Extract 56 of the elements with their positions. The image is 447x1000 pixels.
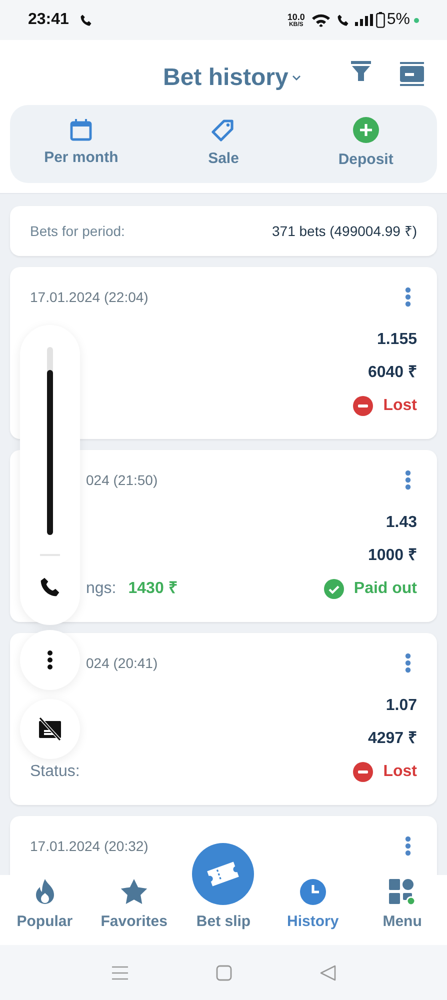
bet-date: 024 (21:50) [86, 470, 158, 490]
row-value: 1.43 [386, 512, 417, 532]
captions-off-icon [37, 717, 63, 741]
nav-tab[interactable]: Bet slip [178, 838, 268, 945]
filter-icon[interactable] [350, 60, 372, 82]
bet-date: 17.01.2024 (20:32) [30, 836, 148, 856]
bet-status: Lost [383, 396, 417, 416]
home-icon[interactable] [216, 964, 232, 980]
calendar-icon [70, 118, 92, 141]
row-label: Status: [30, 762, 80, 782]
more-icon [47, 650, 53, 670]
bet-date: 17.01.2024 (22:04) [30, 288, 148, 307]
chevron-down-icon [292, 75, 302, 81]
nav-tab[interactable]: Favorites [89, 875, 179, 945]
row-value: 1000 ₹ [368, 546, 417, 566]
coupon-icon[interactable] [400, 62, 424, 86]
more-icon[interactable] [405, 836, 411, 856]
grid-icon [389, 878, 416, 904]
action-button[interactable]: Sale [152, 118, 295, 170]
menu-icon[interactable] [112, 966, 128, 980]
row-value: 1.155 [376, 330, 417, 350]
phone-icon[interactable] [39, 576, 61, 598]
minus-circle-icon [353, 396, 374, 416]
call-icon [78, 13, 93, 27]
star-icon [120, 878, 148, 904]
row-label: ngs: [86, 578, 116, 598]
wifi-icon [310, 13, 331, 27]
summary-value: 371 bets (499004.99 ₹) [272, 222, 417, 241]
winnings-amount: 1430 ₹ [128, 578, 178, 598]
clock-icon [300, 878, 326, 904]
action-button[interactable]: Per month [10, 118, 152, 170]
clock-time: 23:41 [28, 10, 69, 30]
battery-icon [376, 12, 385, 28]
row-value: 1.07 [386, 696, 417, 716]
nav-tab[interactable]: History [268, 875, 358, 945]
nav-tab[interactable]: Popular [0, 875, 90, 945]
bet-date: 024 (20:41) [86, 654, 158, 673]
battery-level: 5% [386, 10, 410, 30]
more-icon[interactable] [405, 470, 411, 490]
action-button[interactable]: Deposit [294, 116, 437, 172]
more-icon[interactable] [405, 653, 411, 673]
tag-icon [210, 118, 236, 142]
summary-label: Bets for period: [30, 222, 125, 241]
plus-circle-icon [352, 116, 379, 143]
nav-tab[interactable]: Menu [358, 875, 447, 945]
more-icon[interactable] [405, 287, 411, 307]
signal-icon [354, 14, 373, 26]
network-speed: 10.0 [287, 12, 305, 22]
bet-status: Paid out [354, 578, 417, 598]
back-icon[interactable] [320, 964, 336, 980]
check-circle-icon [324, 578, 344, 598]
row-value: 4297 ₹ [368, 728, 417, 748]
title-dropdown[interactable]: Bet history [163, 60, 302, 96]
minus-circle-icon [353, 762, 374, 782]
bet-status: Lost [383, 762, 417, 782]
row-value: 6040 ₹ [368, 362, 417, 382]
